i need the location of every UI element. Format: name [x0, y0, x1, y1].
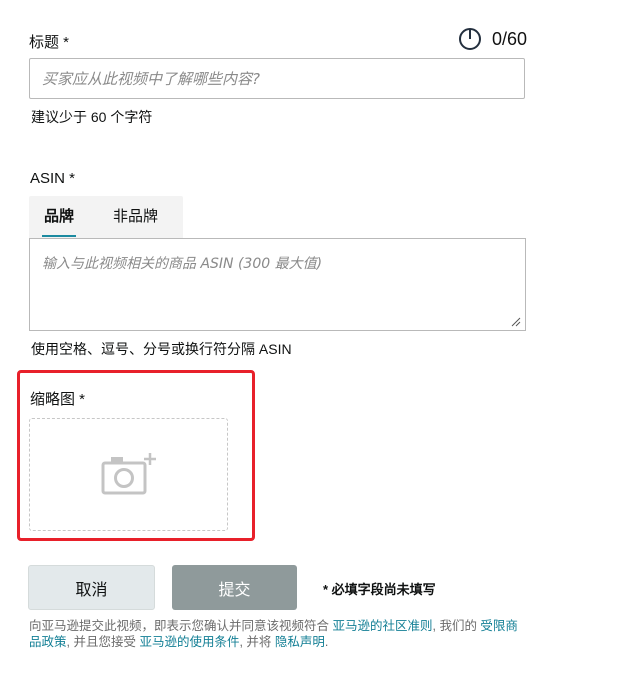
thumbnail-label: 缩略图 *: [30, 391, 86, 408]
tab-brand[interactable]: 品牌: [41, 205, 77, 237]
footer-text-3: , 并且您接受: [66, 635, 140, 649]
community-guidelines-link[interactable]: 亚马逊的社区准则: [332, 619, 432, 633]
title-input-placeholder: 买家应从此视频中了解哪些内容?: [42, 70, 260, 88]
resize-handle-icon[interactable]: [511, 317, 521, 327]
footer-text-1: 向亚马逊提交此视频，即表示您确认并同意该视频符合: [29, 619, 333, 633]
asin-textarea[interactable]: 输入与此视频相关的商品 ASIN (300 最大值): [29, 238, 526, 331]
required-note: * 必填字段尚未填写: [323, 582, 436, 597]
title-label: 标题 *: [29, 34, 70, 51]
thumbnail-upload-area[interactable]: [29, 418, 228, 531]
asin-hint: 使用空格、逗号、分号或换行符分隔 ASIN: [31, 341, 292, 357]
conditions-of-use-link[interactable]: 亚马逊的使用条件: [139, 635, 239, 649]
title-input[interactable]: 买家应从此视频中了解哪些内容?: [29, 58, 525, 99]
privacy-notice-link[interactable]: 隐私声明: [275, 635, 325, 649]
cancel-button[interactable]: 取消: [28, 565, 155, 610]
asin-tabs: 品牌 非品牌: [29, 196, 183, 238]
footer-text-4: , 并将: [239, 635, 275, 649]
asin-textarea-placeholder: 输入与此视频相关的商品 ASIN (300 最大值): [42, 256, 323, 272]
tab-non-brand[interactable]: 非品牌: [113, 205, 158, 226]
title-hint: 建议少于 60 个字符: [31, 109, 153, 125]
counter-text: 0/60: [491, 28, 527, 49]
footer-text-2: , 我们的: [432, 619, 481, 633]
title-char-counter: 0/60: [458, 27, 527, 51]
asin-label: ASIN *: [30, 170, 76, 187]
submit-button[interactable]: 提交: [172, 565, 297, 610]
footer-text-5: .: [324, 635, 329, 649]
footer-disclaimer: 向亚马逊提交此视频，即表示您确认并同意该视频符合 亚马逊的社区准则, 我们的 受…: [29, 618, 529, 650]
timer-icon: [458, 28, 481, 50]
camera-add-icon: [101, 452, 156, 494]
